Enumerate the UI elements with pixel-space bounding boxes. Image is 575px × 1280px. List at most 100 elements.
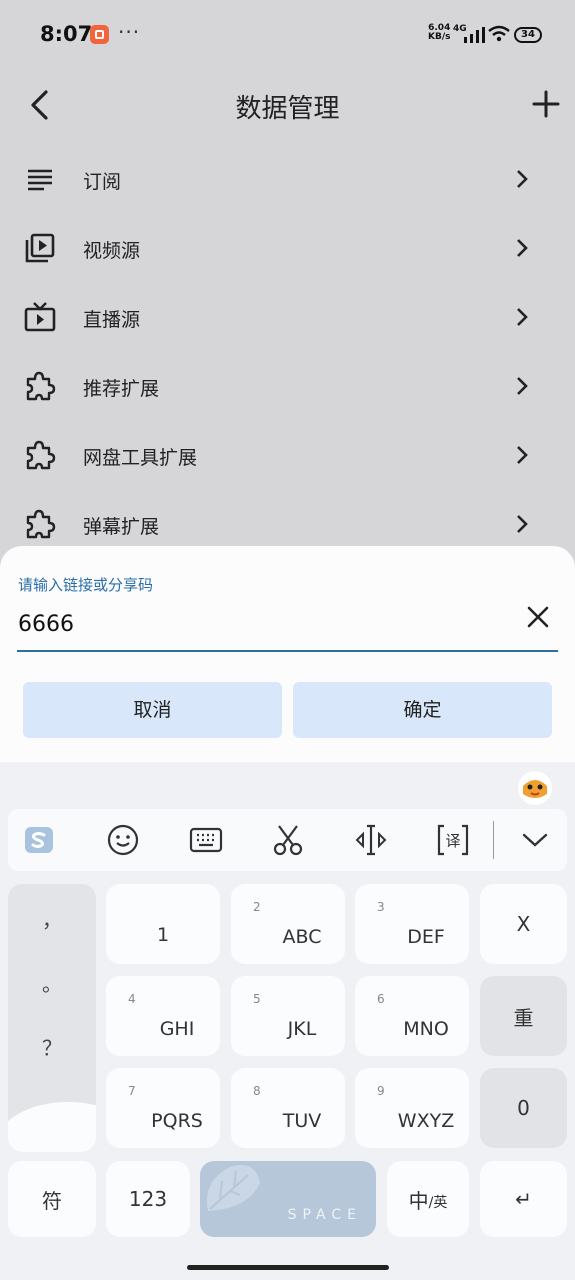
puzzle-extension-icon — [26, 440, 56, 470]
app-header: 数据管理 — [0, 68, 575, 142]
input-dialog: 请输入链接或分享码 6666 取消 确定 — [0, 546, 575, 762]
language-main: 中 — [408, 1188, 429, 1213]
punct-key[interactable]: 。 — [8, 968, 96, 997]
puzzle-extension-icon — [26, 371, 56, 401]
toolbar-divider — [493, 821, 494, 859]
delete-label: X — [516, 912, 531, 936]
reenter-key[interactable]: 重 — [480, 976, 567, 1056]
key-letters: TUV — [282, 1110, 322, 1132]
key-letters: MNO — [403, 1018, 449, 1040]
svg-text:译: 译 — [445, 832, 460, 850]
key-0[interactable]: 0 — [480, 1068, 567, 1148]
chevron-right-icon — [517, 239, 528, 257]
key-number: 5 — [253, 992, 261, 1006]
key-6[interactable]: 6 MNO — [355, 976, 469, 1056]
cursor-move-icon[interactable] — [354, 823, 388, 857]
list-item-label: 弹幕扩展 — [83, 516, 160, 538]
language-sub: /英 — [428, 1195, 448, 1211]
link-input[interactable]: 6666 — [18, 612, 74, 637]
video-library-icon — [25, 233, 55, 263]
key-8[interactable]: 8 TUV — [231, 1068, 345, 1148]
page-title: 数据管理 — [235, 94, 340, 124]
key-label: 1 — [156, 924, 170, 946]
zero-label: 0 — [517, 1096, 530, 1120]
cancel-button[interactable]: 取消 — [23, 682, 282, 738]
list-item-label: 直播源 — [83, 309, 141, 331]
symbol-label: 符 — [42, 1188, 62, 1213]
chevron-right-icon — [517, 308, 528, 326]
key-letters: JKL — [287, 1018, 317, 1040]
sogou-logo-icon[interactable] — [22, 823, 56, 857]
list-item-label: 视频源 — [83, 240, 141, 262]
link-field-label: 请输入链接或分享码 — [18, 576, 154, 594]
language-switch-key[interactable]: 中/英 — [387, 1161, 469, 1237]
list-lines-icon — [28, 169, 52, 191]
battery-indicator: 34 — [514, 27, 542, 43]
wifi-icon — [488, 25, 510, 42]
more-notifications-indicator: ··· — [118, 20, 141, 44]
status-bar: 8:07 ··· 6.04 KB/s 4G 34 — [0, 0, 575, 68]
key-number: 2 — [253, 900, 261, 914]
list-item-label: 订阅 — [83, 171, 122, 193]
key-number: 3 — [377, 900, 385, 914]
delete-key[interactable]: X — [480, 884, 567, 964]
list-item-subscription[interactable]: 订阅 — [0, 145, 575, 214]
plus-icon[interactable] — [532, 90, 560, 118]
key-letters: GHI — [159, 1018, 195, 1040]
scissors-icon[interactable] — [271, 823, 305, 857]
space-label: SPACE — [287, 1207, 362, 1223]
puzzle-extension-icon — [26, 509, 56, 539]
key-5[interactable]: 5 JKL — [231, 976, 345, 1056]
network-speed: 6.04 KB/s — [428, 24, 450, 42]
key-number: 9 — [377, 1084, 385, 1098]
list-item-video-source[interactable]: 视频源 — [0, 214, 575, 283]
translate-icon[interactable]: 译 — [436, 823, 470, 857]
chevron-right-icon — [517, 446, 528, 464]
cell-signal-icon — [464, 27, 485, 43]
list-item-recommend-extension[interactable]: 推荐扩展 — [0, 352, 575, 421]
leaf-decoration-icon — [206, 1165, 260, 1211]
enter-icon: ↵ — [515, 1187, 532, 1211]
punct-key[interactable]: ， — [8, 904, 96, 933]
list-item-label: 网盘工具扩展 — [83, 447, 198, 469]
symbol-key[interactable]: 符 — [8, 1161, 96, 1237]
key-letters: DEF — [407, 926, 445, 948]
keyboard-toolbar: 译 — [8, 809, 567, 871]
collapse-keyboard-icon[interactable] — [518, 823, 552, 857]
space-key[interactable]: SPACE — [200, 1161, 376, 1237]
key-3[interactable]: 3 DEF — [355, 884, 469, 964]
numeric-label: 123 — [128, 1187, 168, 1211]
key-number: 6 — [377, 992, 385, 1006]
status-time: 8:07 — [40, 22, 93, 46]
data-management-list: 订阅 视频源 直播源 推荐扩展 网盘工具扩展 弹幕扩展 — [0, 145, 575, 559]
list-item-label: 推荐扩展 — [83, 378, 160, 400]
reenter-label: 重 — [513, 1005, 534, 1030]
clear-icon[interactable] — [525, 604, 551, 630]
key-9[interactable]: 9 WXYZ — [355, 1068, 469, 1148]
key-2[interactable]: 2 ABC — [231, 884, 345, 964]
language-label: 中/英 — [387, 1161, 469, 1237]
list-item-live-source[interactable]: 直播源 — [0, 283, 575, 352]
input-underline — [17, 650, 558, 652]
keyboard-icon[interactable] — [189, 823, 223, 857]
list-item-netdisk-extension[interactable]: 网盘工具扩展 — [0, 421, 575, 490]
mascot-icon[interactable] — [517, 770, 553, 806]
key-4[interactable]: 4 GHI — [106, 976, 220, 1056]
key-1[interactable]: 1 — [106, 884, 220, 964]
key-number: 8 — [253, 1084, 261, 1098]
key-letters: ABC — [282, 926, 322, 948]
live-tv-icon — [24, 302, 56, 332]
chevron-right-icon — [517, 515, 528, 533]
key-7[interactable]: 7 PQRS — [106, 1068, 220, 1148]
network-speed-unit: KB/s — [428, 32, 451, 42]
punct-key[interactable]: ？ — [8, 1032, 96, 1061]
key-number: 4 — [128, 992, 136, 1006]
enter-key[interactable]: ↵ — [480, 1161, 567, 1237]
key-number: 7 — [128, 1084, 136, 1098]
emoji-icon[interactable] — [106, 823, 140, 857]
key-letters: PQRS — [151, 1110, 203, 1132]
chevron-right-icon — [517, 170, 528, 188]
confirm-button[interactable]: 确定 — [293, 682, 552, 738]
numeric-key[interactable]: 123 — [106, 1161, 190, 1237]
punctuation-list[interactable]: ， 。 ？ ！ — [8, 884, 96, 1152]
